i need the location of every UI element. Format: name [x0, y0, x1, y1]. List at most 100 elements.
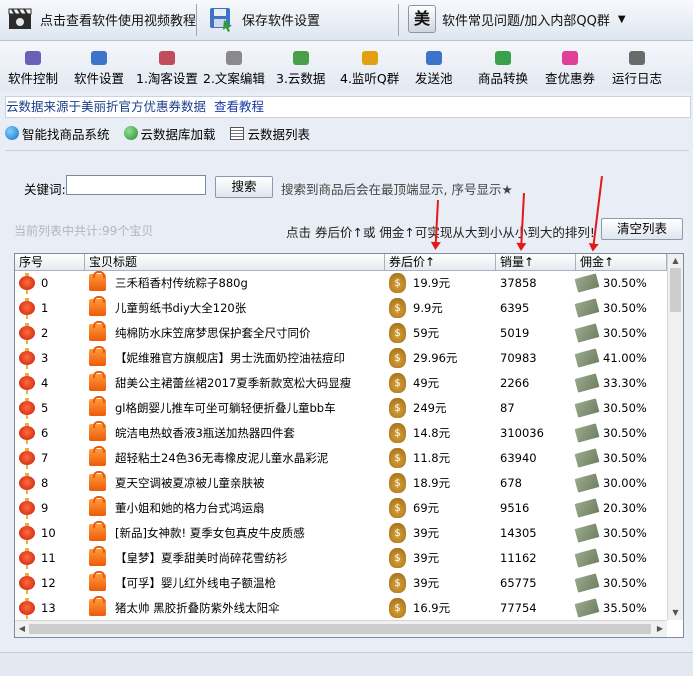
scroll-right-arrow-icon[interactable]: ▶ [653, 621, 667, 637]
shopping-bag-icon [89, 421, 106, 441]
scroll-down-arrow-icon[interactable]: ▼ [668, 606, 683, 620]
tab-cloud-data-list[interactable]: 云数据列表 [229, 124, 311, 143]
table-row[interactable]: 5 gl格朗婴儿推车可坐可躺轻便折叠儿童bb车 $249元 87 30.50% [15, 396, 667, 421]
nav-item-label: 运行日志 [612, 71, 663, 86]
row-title: 超轻粘土24色36无毒橡皮泥儿童水晶彩泥 [115, 451, 329, 465]
clear-list-button[interactable]: 清空列表 [601, 218, 683, 240]
globe-icon [5, 126, 19, 140]
row-sales: 678 [500, 476, 522, 490]
view-tutorial-link[interactable]: 查看教程 [214, 99, 264, 114]
document-icon [225, 51, 242, 65]
table-row[interactable]: 11 【皇梦】夏季甜美时尚碎花雪纺衫 $39元 11162 30.50% [15, 546, 667, 571]
scroll-thumb[interactable] [670, 268, 681, 312]
table-row[interactable]: 2 纯棉防水床笠席梦思保护套全尺寸同价 $59元 5019 30.50% [15, 321, 667, 346]
scroll-thumb[interactable] [29, 624, 651, 634]
column-header-index[interactable]: 序号 [15, 254, 85, 270]
table-row[interactable]: 8 夏天空调被夏凉被儿童亲肤被 $18.9元 678 30.00% [15, 471, 667, 496]
nav-item-6[interactable]: 发送池 [415, 51, 453, 87]
column-header-title[interactable]: 宝贝标题 [85, 254, 385, 270]
nav-item-label: 发送池 [415, 71, 453, 86]
table-row[interactable]: 7 超轻粘土24色36无毒橡皮泥儿童水晶彩泥 $11.8元 63940 30.50% [15, 446, 667, 471]
shopping-bag-icon [89, 296, 106, 316]
row-commission: 30.50% [603, 326, 647, 340]
row-price: 11.8元 [413, 451, 451, 465]
money-bag-icon: $ [389, 398, 406, 418]
shopping-bag-icon [89, 496, 106, 516]
globe-icon [123, 126, 138, 140]
main-nav: 软件控制 软件设置 1.淘客设置 2.文案编辑 3.云数据 4.监听Q群发送池 商品转换 查优… [0, 41, 693, 91]
vertical-scrollbar[interactable]: ▲ ▼ [667, 254, 683, 620]
cash-icon [574, 498, 600, 518]
keyword-search-input[interactable] [66, 175, 206, 195]
table-row[interactable]: 1 儿童剪纸书diy大全120张 $9.9元 6395 30.50% [15, 296, 667, 321]
row-price: 39元 [413, 551, 440, 565]
video-tutorial-label: 点击查看软件使用视频教程 [40, 13, 197, 29]
table-row[interactable]: 0 三禾稻香村传统粽子880g $19.9元 37858 30.50% [15, 271, 667, 296]
save-settings-button[interactable]: 保存软件设置 [208, 3, 320, 35]
nav-item-4[interactable]: 3.云数据 [276, 51, 325, 87]
faq-qq-group-button[interactable]: 美 软件常见问题/加入内部QQ群 ▼ [408, 3, 626, 35]
row-sales: 310036 [500, 426, 544, 440]
column-header-sales[interactable]: 销量↑ [496, 254, 576, 270]
column-header-price[interactable]: 券后价↑ [385, 254, 496, 270]
cash-icon [574, 548, 600, 568]
lantern-icon [19, 273, 35, 294]
send-icon [425, 51, 442, 65]
row-index: 8 [41, 476, 49, 490]
table-row[interactable]: 9 董小姐和她的格力台式鸿运扇 $69元 9516 20.30% [15, 496, 667, 521]
row-commission: 35.50% [603, 601, 647, 615]
row-index: 4 [41, 376, 49, 390]
keyword-label: 关键词: [24, 182, 66, 197]
nav-item-3[interactable]: 2.文案编辑 [203, 51, 265, 87]
shopping-bag-icon [89, 346, 106, 366]
nav-item-7[interactable]: 商品转换 [478, 51, 528, 87]
nav-item-9[interactable]: 运行日志 [612, 51, 662, 87]
column-header-commission[interactable]: 佣金↑ [576, 254, 667, 270]
shopping-bag-icon [89, 596, 106, 616]
nav-item-label: 软件控制 [8, 71, 59, 86]
table-row[interactable]: 12 【可孚】婴儿红外线电子额温枪 $39元 65775 30.50% [15, 571, 667, 596]
money-bag-icon: $ [389, 373, 406, 393]
scroll-up-arrow-icon[interactable]: ▲ [668, 254, 683, 268]
nav-item-0[interactable]: 软件控制 [8, 51, 58, 87]
row-sales: 63940 [500, 451, 537, 465]
row-price: 19.9元 [413, 276, 451, 290]
money-bag-icon: $ [389, 323, 406, 343]
shopping-bag-icon [89, 271, 106, 291]
row-title: 【皇梦】夏季甜美时尚碎花雪纺衫 [115, 551, 288, 565]
tab-label: 云数据列表 [247, 126, 311, 142]
nav-item-label: 软件设置 [74, 71, 125, 86]
row-sales: 14305 [500, 526, 537, 540]
search-button[interactable]: 搜索 [215, 176, 273, 198]
qq-penguin-icon [361, 51, 378, 65]
row-title: 三禾稻香村传统粽子880g [115, 276, 248, 290]
nav-item-label: 3.云数据 [276, 71, 326, 86]
top-toolbar: 点击查看软件使用视频教程 保存软件设置 美 软件常见问题/加入内部QQ群 ▼ [0, 0, 693, 41]
row-index: 7 [41, 451, 49, 465]
nav-item-8[interactable]: 查优惠券 [545, 51, 595, 87]
nav-item-1[interactable]: 软件设置 [74, 51, 124, 87]
row-price: 9.9元 [413, 301, 443, 315]
nav-item-label: 1.淘客设置 [136, 71, 198, 86]
row-commission: 30.50% [603, 576, 647, 590]
horizontal-scrollbar[interactable]: ◀ ▶ [15, 620, 667, 637]
nav-item-5[interactable]: 4.监听Q群 [340, 51, 399, 87]
lantern-icon [19, 473, 35, 494]
scroll-left-arrow-icon[interactable]: ◀ [15, 621, 29, 637]
tab-smart-find[interactable]: 智能找商品系统 [5, 124, 110, 143]
row-index: 1 [41, 301, 49, 315]
table-row[interactable]: 13 猪太帅 黑胶折叠防紫外线太阳伞 $16.9元 77754 35.50% [15, 596, 667, 621]
table-row[interactable]: 4 甜美公主裙蕾丝裙2017夏季新款宽松大码显瘦 $49元 2266 33.30% [15, 371, 667, 396]
video-tutorial-button[interactable]: 点击查看软件使用视频教程 [8, 3, 196, 35]
nav-item-2[interactable]: 1.淘客设置 [136, 51, 198, 87]
tab-cloud-db-load[interactable]: 云数据库加载 [123, 124, 216, 143]
lantern-icon [19, 398, 35, 419]
table-row[interactable]: 10 [新品]女神款! 夏季女包真皮牛皮质感 $39元 14305 30.50% [15, 521, 667, 546]
table-row[interactable]: 3 【妮维雅官方旗舰店】男士洗面奶控油祛痘印 $29.96元 70983 41.00% [15, 346, 667, 371]
row-commission: 30.50% [603, 526, 647, 540]
money-bag-icon: $ [389, 573, 406, 593]
row-index: 0 [41, 276, 49, 290]
cash-icon [574, 373, 600, 393]
table-row[interactable]: 6 皖洁电热蚊香液3瓶送加热器四件套 $14.8元 310036 30.50% [15, 421, 667, 446]
money-bag-icon: $ [389, 473, 406, 493]
